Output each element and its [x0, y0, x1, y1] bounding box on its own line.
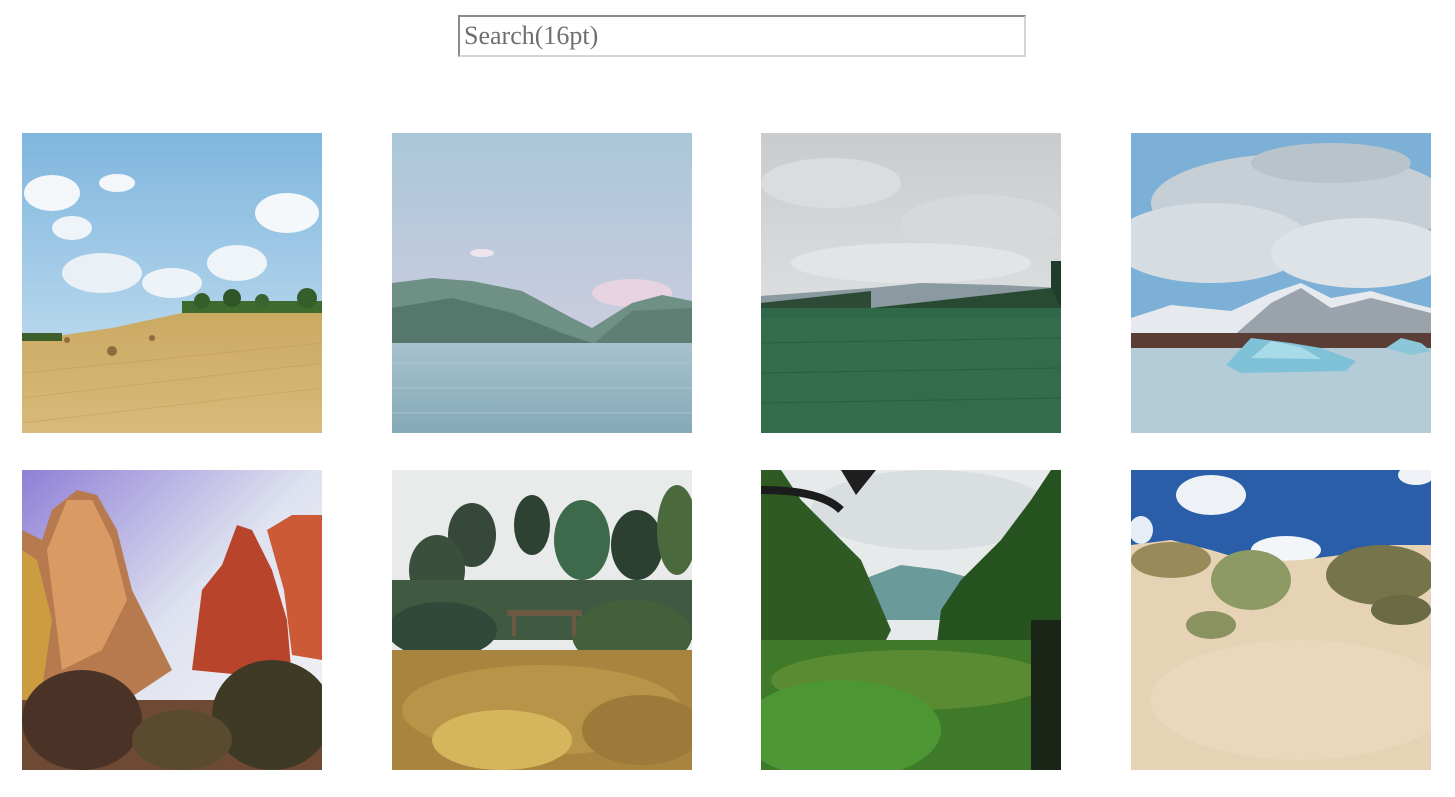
gallery-image-garden-trees[interactable]: [392, 470, 692, 770]
gallery-image-glacier-lagoon[interactable]: [1131, 133, 1431, 433]
jungle-valley-image: [761, 470, 1061, 770]
gallery-image-jungle-valley[interactable]: [761, 470, 1061, 770]
green-meadow-image: [761, 133, 1061, 433]
search-input[interactable]: [458, 15, 1026, 57]
search-container: [458, 15, 1026, 57]
gallery-image-mountain-lake[interactable]: [392, 133, 692, 433]
garden-trees-image: [392, 470, 692, 770]
gallery-image-red-rock-canyon[interactable]: [22, 470, 322, 770]
sand-dunes-image: [1131, 470, 1431, 770]
gallery-image-sand-dunes[interactable]: [1131, 470, 1431, 770]
mountain-lake-image: [392, 133, 692, 433]
gallery-image-green-meadow[interactable]: [761, 133, 1061, 433]
gallery-page: [0, 0, 1455, 797]
glacier-lagoon-image: [1131, 133, 1431, 433]
red-rock-canyon-image: [22, 470, 322, 770]
gallery-image-wheat-field[interactable]: [22, 133, 322, 433]
wheat-field-image: [22, 133, 322, 433]
